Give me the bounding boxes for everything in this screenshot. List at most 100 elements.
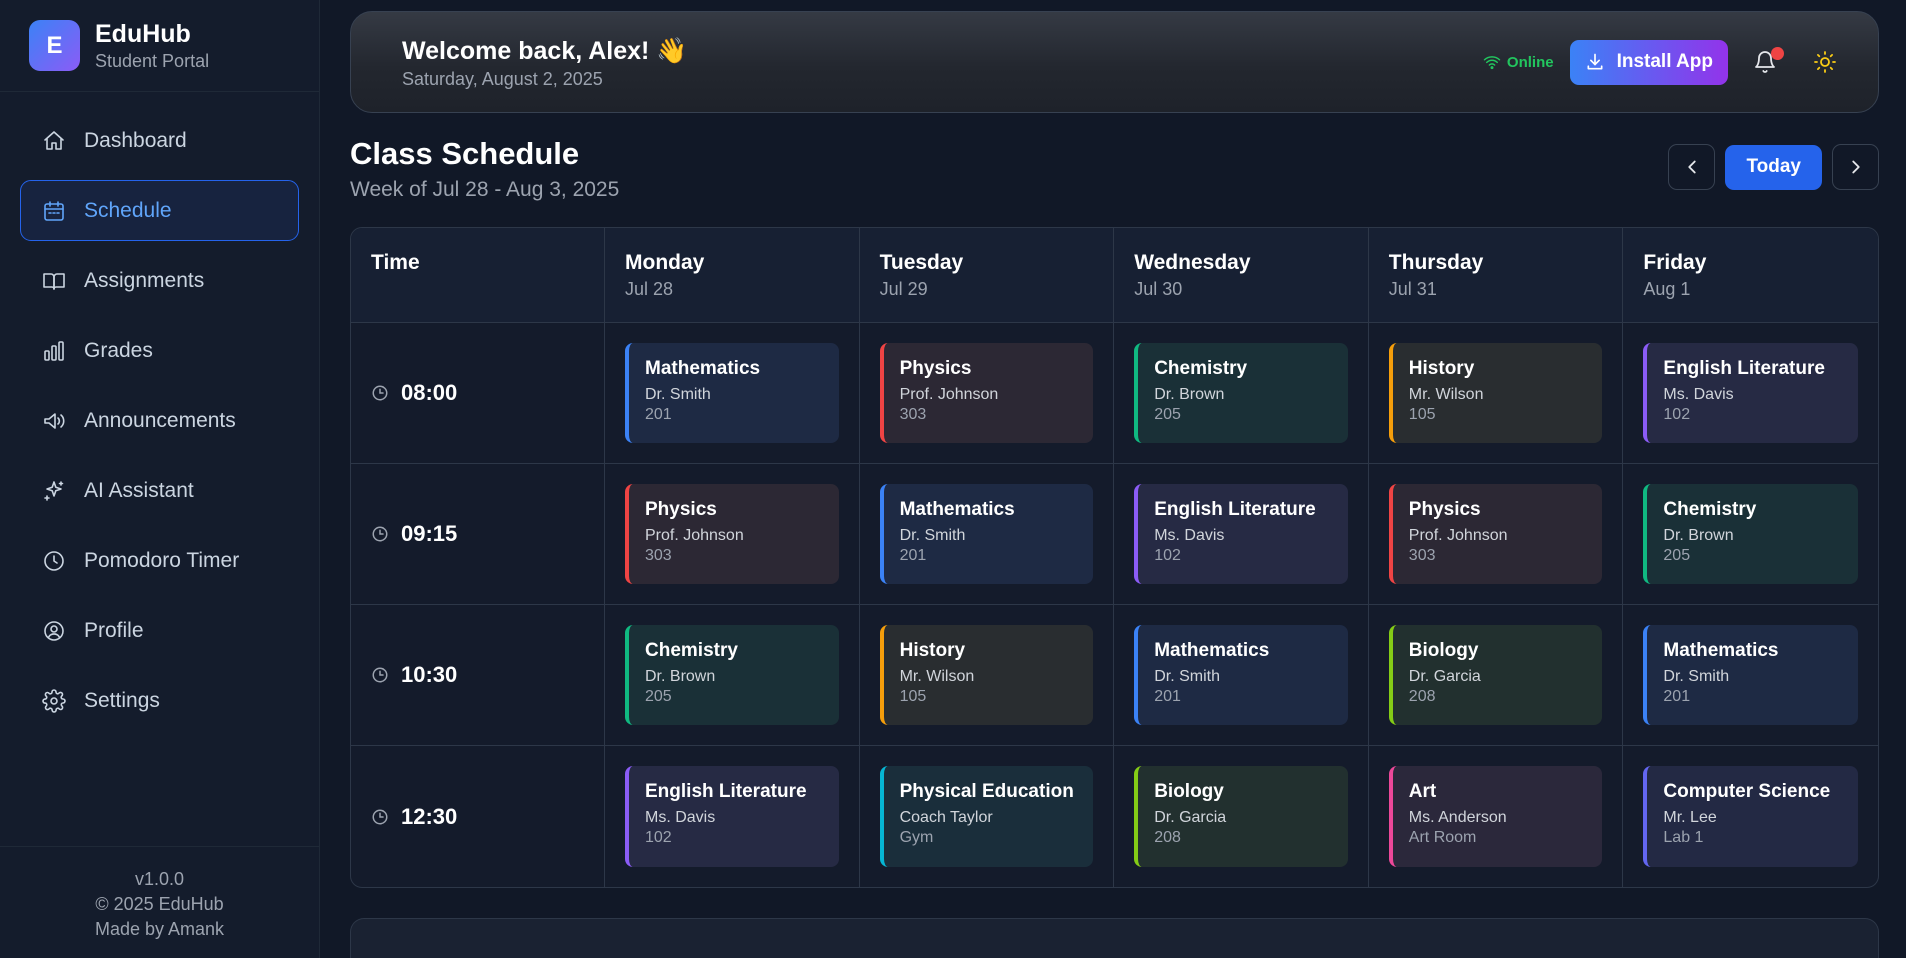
sidebar-item-profile[interactable]: Profile [20, 600, 299, 661]
class-room: 208 [1154, 829, 1181, 846]
sidebar-item-settings[interactable]: Settings [20, 670, 299, 731]
welcome-message: Welcome back, Alex! 👋 [402, 36, 688, 65]
class-card[interactable]: Mathematics Dr. Smith 201 [1134, 625, 1348, 725]
class-teacher: Prof. Johnson [645, 527, 744, 544]
install-app-button[interactable]: Install App [1569, 39, 1728, 85]
class-room: 201 [899, 547, 927, 564]
sidebar: E EduHub Student Portal Dashboard Schedul… [0, 0, 320, 958]
class-card[interactable]: English Literature Ms. Davis 102 [1134, 484, 1348, 584]
sidebar-item-label: Settings [84, 688, 160, 712]
day-name: Monday [625, 251, 705, 274]
bottom-panel [350, 918, 1879, 958]
notification-dot [1771, 47, 1784, 60]
class-card[interactable]: Chemistry Dr. Brown 205 [625, 625, 839, 725]
class-card[interactable]: Physical Education Coach Taylor Gym [879, 766, 1094, 867]
today-button[interactable]: Today [1725, 144, 1822, 190]
class-card[interactable]: English Literature Ms. Davis 102 [1643, 343, 1858, 443]
gear-icon [42, 688, 66, 713]
main-content: Welcome back, Alex! 👋 Saturday, August 2… [320, 0, 1906, 958]
clock-icon [372, 809, 388, 824]
class-card[interactable]: Chemistry Dr. Brown 205 [1134, 343, 1348, 443]
class-card[interactable]: Computer Science Mr. Lee Lab 1 [1643, 766, 1858, 867]
class-subject: Physics [1408, 499, 1481, 520]
time-slot: 10:30 [351, 605, 605, 746]
class-card[interactable]: History Mr. Wilson 105 [1388, 343, 1603, 443]
calendar-icon [44, 200, 64, 221]
class-card[interactable]: Mathematics Dr. Smith 201 [879, 484, 1094, 584]
app-logo[interactable]: E [29, 20, 80, 71]
class-room: 102 [1154, 547, 1181, 564]
class-card[interactable]: Mathematics Dr. Smith 201 [1643, 625, 1858, 725]
sidebar-item-label: AI Assistant [84, 478, 194, 502]
week-navigation: Today [1668, 144, 1879, 190]
bar-chart-icon [44, 340, 64, 361]
credit-text: Made by Amank [94, 919, 225, 939]
class-room: Lab 1 [1663, 829, 1704, 846]
sidebar-item-schedule[interactable]: Schedule [20, 180, 299, 241]
class-subject: Biology [1154, 781, 1224, 802]
clock-icon [372, 385, 388, 401]
class-teacher: Mr. Wilson [899, 668, 975, 685]
sun-icon [1814, 51, 1836, 73]
clock-icon [44, 550, 64, 571]
sidebar-item-announcements[interactable]: Announcements [20, 390, 299, 451]
previous-week-button[interactable] [1668, 144, 1716, 190]
schedule-header: Class Schedule Week of Jul 28 - Aug 3, 2… [350, 136, 1879, 202]
schedule-cell: History Mr. Wilson 105 [859, 605, 1115, 746]
day-name: Wednesday [1134, 251, 1251, 274]
time-label: 10:30 [401, 662, 458, 687]
class-card[interactable]: Biology Dr. Garcia 208 [1388, 625, 1603, 725]
schedule-cell: Mathematics Dr. Smith 201 [1114, 605, 1369, 746]
day-date: Jul 30 [1134, 279, 1183, 299]
sidebar-item-ai-assistant[interactable]: AI Assistant [20, 460, 299, 521]
class-card[interactable]: History Mr. Wilson 105 [879, 625, 1094, 725]
sidebar-item-label: Grades [84, 338, 153, 362]
sidebar-item-label: Dashboard [84, 128, 187, 152]
time-column-header: Time [351, 228, 605, 323]
class-subject: Art [1408, 781, 1437, 802]
time-slot: 09:15 [351, 464, 605, 605]
sidebar-item-label: Schedule [84, 198, 172, 222]
schedule-cell: Art Ms. Anderson Art Room [1369, 746, 1624, 887]
class-room: 105 [1408, 406, 1436, 423]
class-room: 205 [1154, 406, 1181, 423]
class-card[interactable]: Art Ms. Anderson Art Room [1388, 766, 1603, 867]
class-teacher: Dr. Brown [1663, 527, 1734, 544]
class-subject: Chemistry [1663, 499, 1757, 520]
class-card[interactable]: Physics Prof. Johnson 303 [1388, 484, 1603, 584]
sidebar-item-label: Pomodoro Timer [84, 548, 240, 572]
next-week-button[interactable] [1832, 144, 1879, 190]
class-card[interactable]: Physics Prof. Johnson 303 [625, 484, 839, 584]
day-name: Thursday [1388, 251, 1484, 274]
class-teacher: Prof. Johnson [1408, 527, 1508, 544]
sidebar-item-pomodoro-timer[interactable]: Pomodoro Timer [20, 530, 299, 591]
class-subject: Physics [899, 358, 972, 379]
class-card[interactable]: English Literature Ms. Davis 102 [625, 766, 839, 867]
day-name: Tuesday [879, 251, 964, 274]
class-teacher: Ms. Davis [1154, 527, 1225, 544]
class-subject: Biology [1408, 640, 1479, 661]
class-card[interactable]: Chemistry Dr. Brown 205 [1643, 484, 1858, 584]
class-card[interactable]: Biology Dr. Garcia 208 [1134, 766, 1348, 867]
sidebar-item-dashboard[interactable]: Dashboard [20, 110, 299, 171]
download-icon [1587, 53, 1603, 70]
class-card[interactable]: Mathematics Dr. Smith 201 [625, 343, 839, 443]
class-teacher: Coach Taylor [899, 809, 993, 826]
notifications-button[interactable] [1742, 39, 1788, 85]
class-subject: Physical Education [899, 781, 1074, 802]
class-room: 208 [1408, 688, 1436, 705]
schedule-grid: Time Monday Jul 28 Tuesday Jul 29 Wednesday Ju… [350, 227, 1879, 888]
page-title: Class Schedule [350, 136, 580, 171]
class-card[interactable]: Physics Prof. Johnson 303 [879, 343, 1094, 443]
sidebar-item-assignments[interactable]: Assignments [20, 250, 299, 311]
class-room: 102 [1663, 406, 1691, 423]
theme-toggle-button[interactable] [1802, 39, 1848, 85]
current-date: Saturday, August 2, 2025 [402, 68, 603, 89]
class-subject: Mathematics [1154, 640, 1270, 661]
online-label: Online [1506, 53, 1554, 71]
sidebar-item-grades[interactable]: Grades [20, 320, 299, 381]
class-teacher: Dr. Brown [1154, 386, 1225, 403]
class-subject: Physics [645, 499, 717, 520]
class-teacher: Mr. Wilson [1408, 386, 1484, 403]
clock-icon [372, 526, 388, 542]
